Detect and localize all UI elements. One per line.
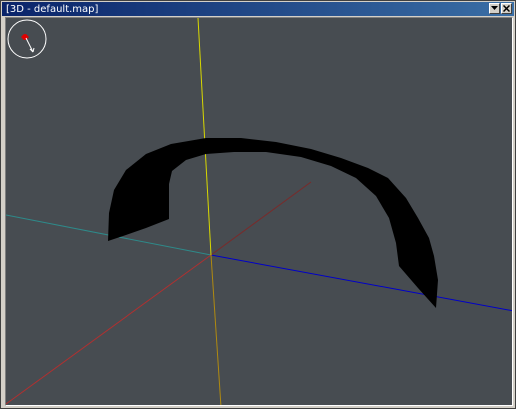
viewport-window: [3D - default.map] [0, 0, 516, 409]
compass-icon[interactable] [6, 18, 48, 60]
title-bar[interactable]: [3D - default.map] [2, 2, 514, 16]
axis-line-blue [210, 254, 512, 312]
close-button[interactable] [501, 3, 512, 14]
minimize-icon [491, 6, 498, 10]
title-buttons [489, 3, 512, 14]
3d-viewport[interactable] [5, 17, 513, 406]
close-icon [503, 5, 510, 12]
axis-line-red-far [210, 181, 312, 256]
axis-line-red [6, 254, 212, 405]
arch-mesh [108, 138, 438, 308]
scene-canvas[interactable] [6, 18, 513, 406]
axis-line-yellow [197, 18, 212, 256]
axis-line-yellow-lower [210, 254, 222, 405]
window-title: [3D - default.map] [6, 3, 99, 15]
minimize-button[interactable] [489, 3, 500, 14]
